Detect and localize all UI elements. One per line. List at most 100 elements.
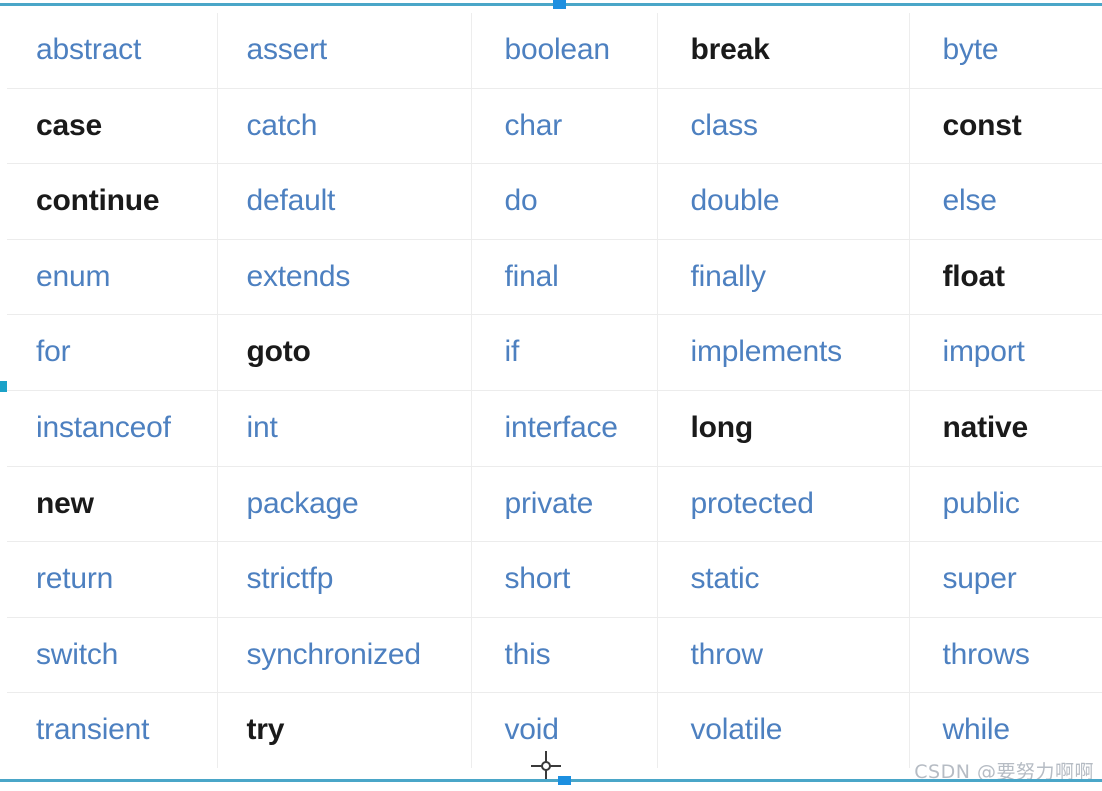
keyword-link[interactable]: catch: [247, 109, 318, 142]
keyword-link[interactable]: transient: [36, 713, 149, 746]
keyword-link[interactable]: class: [691, 109, 759, 142]
keyword-link[interactable]: super: [943, 562, 1017, 595]
keyword-cell: class: [657, 88, 910, 165]
keyword-link[interactable]: abstract: [36, 33, 141, 66]
keyword-cell: package: [217, 466, 472, 543]
keyword-cell: do: [471, 163, 658, 240]
keyword-cell: this: [471, 617, 658, 694]
keyword-link[interactable]: if: [505, 335, 520, 368]
keyword-text: native: [942, 411, 1029, 445]
keyword-cell: protected: [657, 466, 910, 543]
keyword-cell: return: [7, 541, 218, 618]
bottom-selection-rule[interactable]: [0, 776, 1102, 785]
keyword-link[interactable]: import: [943, 335, 1025, 368]
keyword-link[interactable]: volatile: [691, 713, 783, 746]
keyword-link[interactable]: synchronized: [247, 638, 422, 671]
table-row: enum extends final finally float: [7, 239, 1102, 316]
keyword-link[interactable]: implements: [691, 335, 843, 368]
keyword-cell: strictfp: [217, 541, 472, 618]
keyword-link[interactable]: while: [943, 713, 1011, 746]
keyword-cell: else: [909, 163, 1102, 240]
keyword-cell: int: [217, 390, 472, 467]
keyword-link[interactable]: protected: [691, 487, 814, 520]
keyword-link[interactable]: do: [505, 184, 538, 217]
keyword-link[interactable]: double: [691, 184, 780, 217]
keyword-link[interactable]: static: [691, 562, 760, 595]
keyword-text: const: [942, 108, 1022, 142]
keyword-cell: abstract: [7, 13, 218, 89]
keyword-link[interactable]: for: [36, 335, 71, 368]
keyword-cell: interface: [471, 390, 658, 467]
table-row: continue default do double else: [7, 163, 1102, 240]
keyword-cell: extends: [217, 239, 472, 316]
keyword-cell: byte: [909, 13, 1102, 89]
keyword-cell: enum: [7, 239, 218, 316]
keyword-cell: try: [217, 692, 472, 768]
table-row: switch synchronized this throw throws: [7, 617, 1102, 694]
keyword-cell: default: [217, 163, 472, 240]
keyword-link[interactable]: package: [247, 487, 359, 520]
left-resize-handle[interactable]: [0, 381, 7, 392]
keyword-cell: double: [657, 163, 910, 240]
keywords-table-body: abstract assert boolean break byte case catch c…: [7, 13, 1102, 768]
keyword-cell: finally: [657, 239, 910, 316]
table-row: new package private protected public: [7, 466, 1102, 543]
keyword-cell: if: [471, 314, 658, 391]
keyword-cell: goto: [217, 314, 472, 391]
top-selection-rule[interactable]: [0, 0, 1102, 9]
screenshot-root: abstract assert boolean break byte case catch c…: [0, 0, 1102, 791]
keyword-link[interactable]: instanceof: [36, 411, 171, 444]
keyword-link[interactable]: strictfp: [247, 562, 334, 595]
keyword-cell: volatile: [657, 692, 910, 768]
keyword-link[interactable]: throws: [943, 638, 1030, 671]
keyword-link[interactable]: assert: [247, 33, 328, 66]
keyword-text: break: [690, 33, 770, 67]
table-row: case catch char class const: [7, 88, 1102, 165]
bottom-resize-handle[interactable]: [558, 776, 571, 785]
keyword-link[interactable]: interface: [505, 411, 618, 444]
keyword-cell: boolean: [471, 13, 658, 89]
keyword-cell: throws: [909, 617, 1102, 694]
keyword-link[interactable]: void: [505, 713, 559, 746]
keyword-cell: float: [909, 239, 1102, 316]
keyword-link[interactable]: this: [505, 638, 551, 671]
top-resize-handle[interactable]: [553, 0, 566, 9]
keyword-link[interactable]: throw: [691, 638, 764, 671]
keyword-cell: continue: [7, 163, 218, 240]
keyword-cell: instanceof: [7, 390, 218, 467]
keyword-cell: super: [909, 541, 1102, 618]
keyword-cell: case: [7, 88, 218, 165]
keyword-cell: transient: [7, 692, 218, 768]
keyword-cell: import: [909, 314, 1102, 391]
keyword-text: long: [690, 411, 754, 445]
keyword-cell: implements: [657, 314, 910, 391]
table-row: abstract assert boolean break byte: [7, 13, 1102, 89]
keyword-cell: for: [7, 314, 218, 391]
keyword-link[interactable]: return: [36, 562, 113, 595]
keyword-cell: static: [657, 541, 910, 618]
keyword-link[interactable]: boolean: [505, 33, 611, 66]
keyword-text: goto: [246, 335, 311, 369]
keyword-cell: public: [909, 466, 1102, 543]
keyword-link[interactable]: int: [247, 411, 278, 444]
keyword-link[interactable]: public: [943, 487, 1020, 520]
keyword-link[interactable]: char: [505, 109, 563, 142]
keyword-link[interactable]: else: [943, 184, 997, 217]
keyword-text: continue: [36, 184, 160, 218]
keyword-link[interactable]: private: [505, 487, 594, 520]
keyword-cell: const: [909, 88, 1102, 165]
keyword-cell: final: [471, 239, 658, 316]
table-row: return strictfp short static super: [7, 541, 1102, 618]
keyword-link[interactable]: finally: [691, 260, 767, 293]
keyword-link[interactable]: extends: [247, 260, 351, 293]
keyword-link[interactable]: switch: [36, 638, 118, 671]
table-row: for goto if implements import: [7, 314, 1102, 391]
keyword-link[interactable]: default: [247, 184, 336, 217]
keyword-cell: short: [471, 541, 658, 618]
keyword-link[interactable]: final: [505, 260, 559, 293]
keyword-link[interactable]: byte: [943, 33, 999, 66]
keyword-cell: catch: [217, 88, 472, 165]
keyword-link[interactable]: enum: [36, 260, 110, 293]
java-keywords-table: abstract assert boolean break byte case catch c…: [7, 13, 1102, 768]
keyword-link[interactable]: short: [505, 562, 571, 595]
